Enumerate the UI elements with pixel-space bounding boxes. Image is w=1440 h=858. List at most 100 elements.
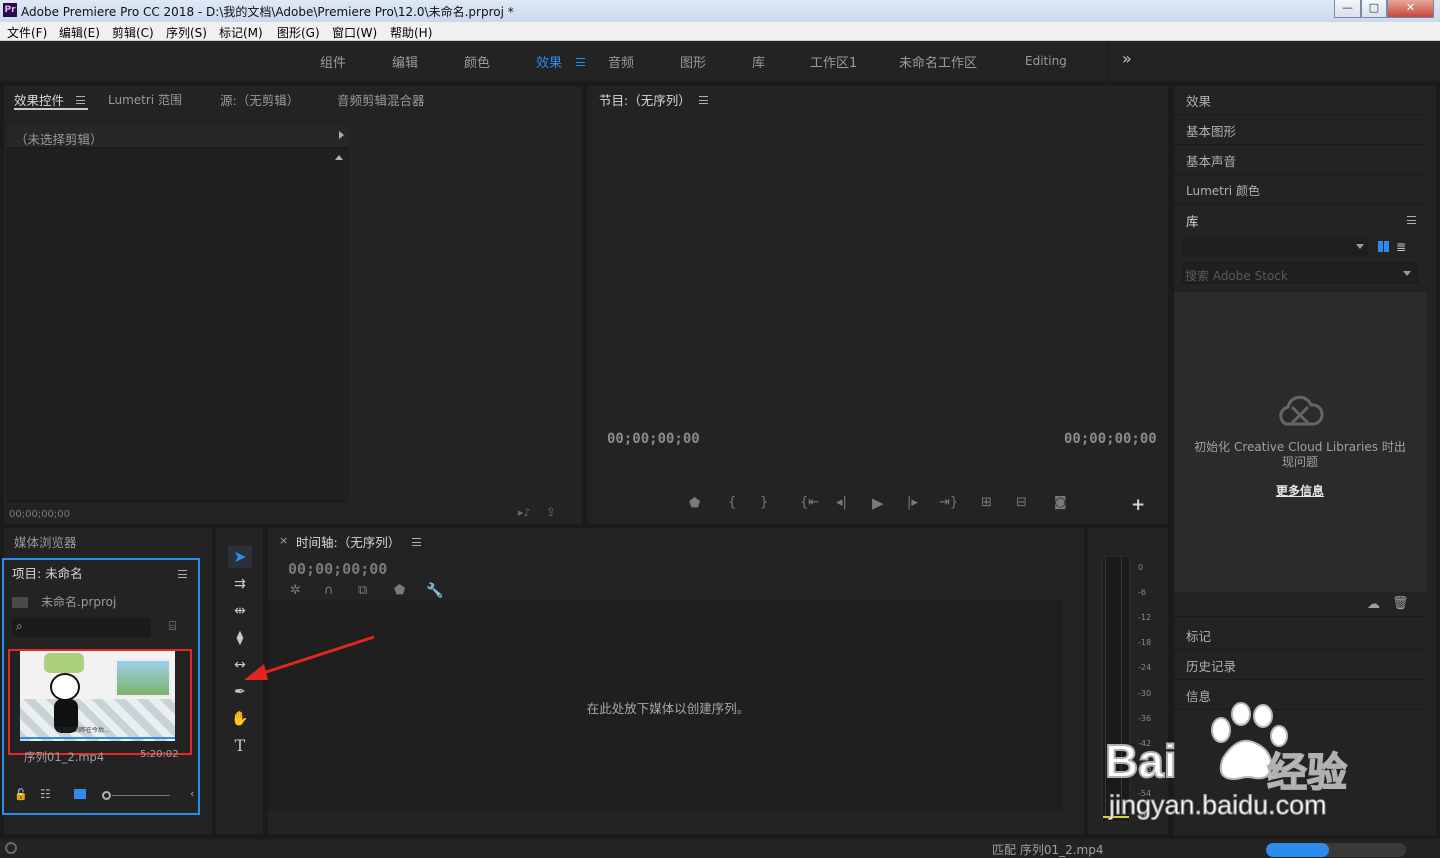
project-title[interactable]: 项目: 未命名: [12, 563, 83, 582]
program-menu-icon[interactable]: [699, 96, 708, 104]
tab-source[interactable]: 源:（无剪辑）: [220, 90, 299, 109]
menu-clip[interactable]: 剪辑(C): [112, 24, 154, 41]
panel-essential-graphics[interactable]: 基本图形: [1186, 121, 1236, 140]
menu-file[interactable]: 文件(F): [7, 24, 47, 41]
timeline-menu-icon[interactable]: [412, 538, 421, 546]
zoom-slider-handle[interactable]: [102, 791, 111, 800]
selection-tool-icon[interactable]: ➤: [228, 546, 252, 568]
workspace-menu-icon[interactable]: [576, 58, 585, 66]
list-view-icon[interactable]: ☷: [40, 787, 51, 801]
program-timecode-current[interactable]: 00;00;00;00: [607, 431, 700, 447]
grid-view-icon[interactable]: [1378, 241, 1389, 252]
workspace-libraries[interactable]: 库: [752, 52, 765, 71]
timeline-track-area[interactable]: 在此处放下媒体以创建序列。: [268, 600, 1062, 812]
timeline-close-icon[interactable]: ×: [279, 534, 288, 547]
workspace-editing[interactable]: 编辑: [392, 52, 418, 71]
effect-controls-area: [7, 148, 348, 502]
meter-label-18: -18: [1138, 638, 1152, 647]
lock-icon[interactable]: 🔓: [14, 788, 28, 801]
button-editor-icon[interactable]: +: [1131, 495, 1145, 515]
zoom-slider-track[interactable]: [112, 795, 170, 796]
meter-label-30: -30: [1138, 689, 1152, 698]
export-frame-icon[interactable]: ◙: [1054, 496, 1067, 510]
cloud-sync-icon[interactable]: ☁: [1367, 597, 1380, 612]
extract-icon[interactable]: ⊟: [1016, 496, 1027, 510]
workspace-untitled[interactable]: 未命名工作区: [899, 52, 977, 71]
nest-icon[interactable]: ✲: [290, 584, 301, 598]
go-to-in-icon[interactable]: {⇤: [800, 496, 819, 510]
menu-graphics[interactable]: 图形(G): [277, 24, 320, 41]
list-view-icon[interactable]: ≣: [1396, 240, 1406, 254]
panel-history[interactable]: 历史记录: [1186, 656, 1236, 675]
tab-lumetri-scopes[interactable]: Lumetri 范围: [108, 91, 182, 108]
export-icon[interactable]: ⇪: [546, 505, 556, 519]
mark-in-icon[interactable]: {: [728, 496, 736, 510]
tab-audio-clip-mixer[interactable]: 音频剪辑混合器: [337, 90, 425, 109]
project-menu-icon[interactable]: [178, 570, 187, 578]
snap-icon[interactable]: ∩: [324, 584, 334, 598]
thumb-window: [115, 659, 171, 697]
more-icon[interactable]: ‹: [190, 787, 194, 800]
divider: [1174, 679, 1426, 680]
add-marker-icon[interactable]: ⬟: [689, 497, 700, 511]
step-back-icon[interactable]: ◂|: [836, 496, 847, 510]
chevron-down-icon[interactable]: [1356, 244, 1364, 249]
icon-view-icon[interactable]: [74, 789, 86, 799]
wrench-icon[interactable]: 🔧: [426, 583, 443, 599]
panel-menu-icon[interactable]: [76, 96, 85, 104]
panel-essential-sound[interactable]: 基本声音: [1186, 151, 1236, 170]
stock-dropdown-icon[interactable]: [1403, 271, 1411, 276]
menu-edit[interactable]: 编辑(E): [59, 24, 100, 41]
tab-media-browser[interactable]: 媒体浏览器: [14, 532, 77, 551]
project-search-input[interactable]: ⌕: [12, 618, 151, 637]
adobe-stock-search[interactable]: 搜索 Adobe Stock: [1182, 262, 1418, 284]
expand-arrow-icon[interactable]: [339, 131, 344, 139]
play-icon[interactable]: ▶: [872, 496, 884, 511]
find-icon[interactable]: ⌸: [169, 619, 176, 634]
menu-sequence[interactable]: 序列(S): [166, 24, 207, 41]
workspace-editing-en[interactable]: Editing: [1025, 54, 1067, 68]
thumb-caption: 当我听到昨在今后...: [56, 727, 110, 734]
program-title[interactable]: 节目:（无序列）: [599, 90, 691, 109]
meter-label-12: -12: [1138, 613, 1152, 622]
workspace-assembly[interactable]: 组件: [320, 52, 346, 71]
divider: [1174, 114, 1426, 115]
menu-marker[interactable]: 标记(M): [219, 24, 263, 41]
maximize-button[interactable]: □: [1361, 0, 1387, 18]
panel-effects[interactable]: 效果: [1186, 91, 1211, 110]
tab-effect-controls[interactable]: 效果控件: [14, 90, 64, 109]
add-marker-icon[interactable]: ⬟: [394, 584, 405, 598]
workspace-effects[interactable]: 效果: [536, 52, 562, 71]
menu-help[interactable]: 帮助(H): [390, 24, 432, 41]
clip-thumbnail[interactable]: 当我听到昨在今后...: [20, 651, 175, 741]
ripple-edit-tool-icon[interactable]: ⇹: [228, 600, 252, 622]
trash-icon[interactable]: 🗑: [1392, 596, 1409, 611]
workspace-overflow-icon[interactable]: »: [1122, 49, 1132, 68]
workspace-1[interactable]: 工作区1: [810, 52, 857, 71]
hand-tool-icon[interactable]: ✋: [228, 708, 252, 730]
track-select-tool-icon[interactable]: ⇉: [228, 573, 252, 595]
project-file-name: 未命名.prproj: [41, 595, 117, 609]
panel-lumetri-color[interactable]: Lumetri 颜色: [1186, 182, 1260, 199]
workspace-color[interactable]: 颜色: [464, 52, 490, 71]
linked-selection-icon[interactable]: ⧉: [358, 584, 367, 598]
type-tool-icon[interactable]: T: [228, 735, 252, 757]
mark-out-icon[interactable]: }: [760, 496, 768, 510]
lift-icon[interactable]: ⊞: [981, 496, 992, 510]
go-to-out-icon[interactable]: ⇥}: [939, 496, 958, 510]
library-selector[interactable]: [1182, 236, 1368, 256]
libraries-menu-icon[interactable]: [1407, 216, 1416, 224]
minimize-button[interactable]: —: [1334, 0, 1361, 18]
menu-window[interactable]: 窗口(W): [332, 24, 377, 41]
timeline-title[interactable]: 时间轴:（无序列）: [296, 532, 400, 551]
timeline-timecode[interactable]: 00;00;00;00: [288, 560, 387, 578]
close-button[interactable]: ✕: [1387, 0, 1434, 18]
workspace-graphics[interactable]: 图形: [680, 52, 706, 71]
filter-icon[interactable]: ▸♪: [518, 506, 531, 519]
panel-markers[interactable]: 标记: [1186, 626, 1211, 645]
step-forward-icon[interactable]: |▸: [907, 496, 918, 510]
workspace-audio[interactable]: 音频: [608, 52, 634, 71]
panel-libraries[interactable]: 库: [1186, 211, 1199, 230]
scroll-up-icon[interactable]: [335, 155, 343, 160]
more-info-link[interactable]: 更多信息: [1174, 482, 1426, 499]
